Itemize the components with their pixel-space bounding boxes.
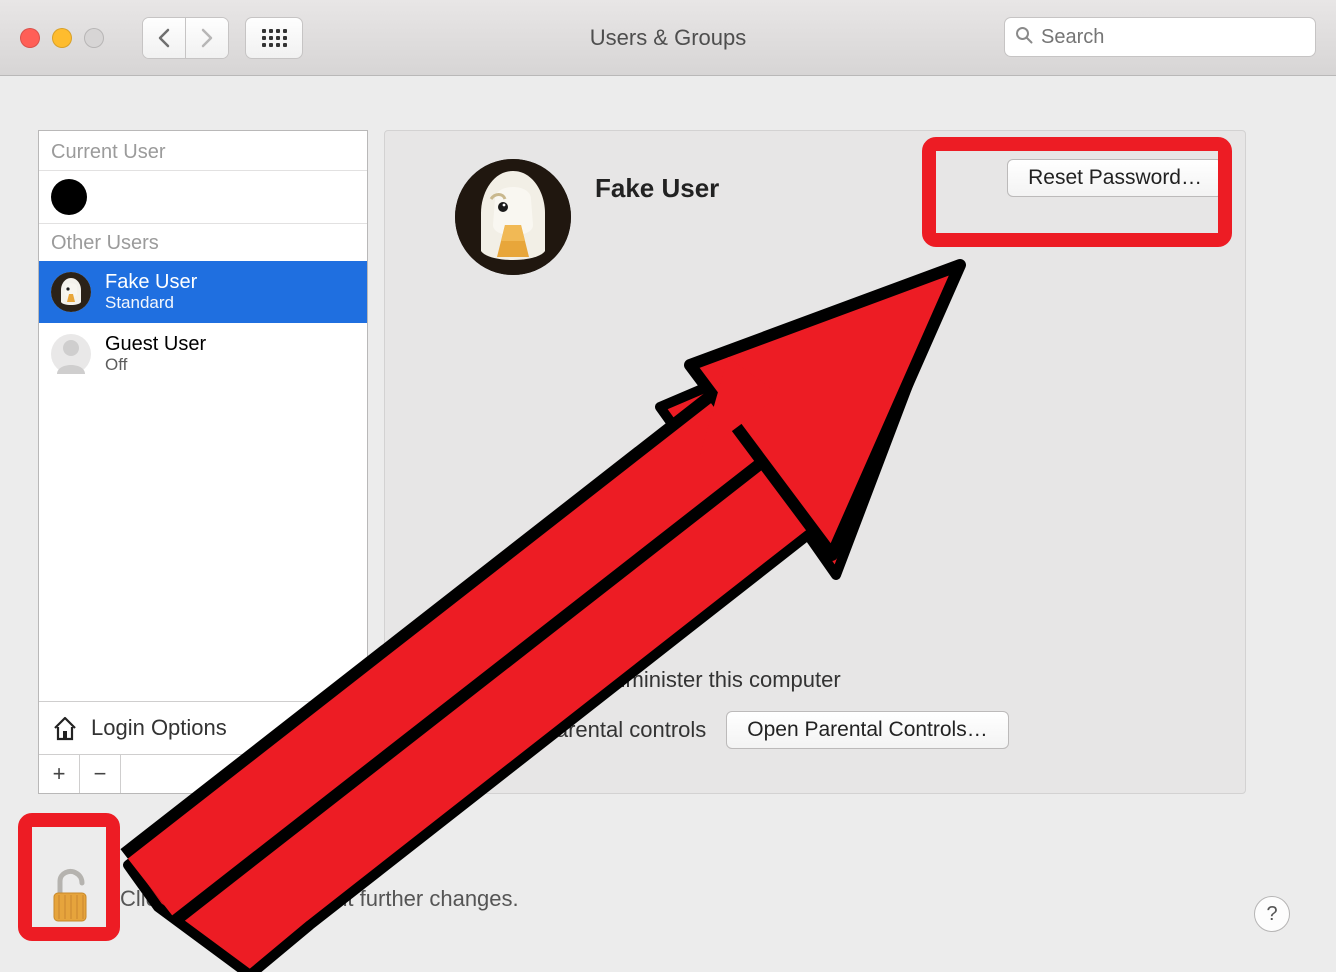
open-parental-controls-button[interactable]: Open Parental Controls… bbox=[726, 711, 1008, 749]
nav-group bbox=[142, 17, 229, 59]
home-icon bbox=[51, 714, 79, 742]
chevron-left-icon bbox=[157, 28, 171, 48]
close-window-button[interactable] bbox=[20, 28, 40, 48]
remove-user-button[interactable]: − bbox=[80, 755, 121, 793]
reset-password-button[interactable]: Reset Password… bbox=[1007, 159, 1223, 197]
eagle-avatar-icon bbox=[51, 272, 91, 312]
current-user-row[interactable] bbox=[39, 171, 367, 224]
search-field[interactable] bbox=[1004, 17, 1316, 57]
avatar bbox=[51, 334, 91, 374]
lock-button[interactable] bbox=[46, 867, 94, 930]
current-user-header: Current User bbox=[39, 131, 367, 171]
users-sidebar: Current User Other Users bbox=[38, 130, 368, 794]
eagle-avatar-icon bbox=[455, 159, 571, 275]
window-controls bbox=[20, 28, 104, 48]
current-user-avatar bbox=[51, 179, 87, 215]
avatar bbox=[51, 272, 91, 312]
silhouette-icon bbox=[51, 334, 91, 374]
login-options-label: Login Options bbox=[91, 715, 227, 741]
detail-avatar[interactable] bbox=[455, 159, 571, 275]
chevron-right-icon bbox=[200, 28, 214, 48]
grid-icon bbox=[262, 29, 287, 47]
search-icon bbox=[1015, 26, 1033, 49]
lock-hint-text: Click the lock to prevent further change… bbox=[120, 886, 519, 912]
minimize-window-button[interactable] bbox=[52, 28, 72, 48]
user-list: Fake User Standard Guest User Off bbox=[39, 261, 367, 701]
prefs-window: Users & Groups Current User Other Users bbox=[0, 0, 1336, 972]
login-options-row[interactable]: Login Options bbox=[39, 701, 367, 754]
help-icon: ? bbox=[1266, 903, 1277, 926]
zoom-window-button[interactable] bbox=[84, 28, 104, 48]
help-button[interactable]: ? bbox=[1254, 896, 1290, 932]
allow-admin-checkbox[interactable] bbox=[431, 668, 455, 692]
show-all-button[interactable] bbox=[245, 17, 303, 59]
user-row-guest-user[interactable]: Guest User Off bbox=[39, 323, 367, 385]
titlebar: Users & Groups bbox=[0, 0, 1336, 76]
search-input[interactable] bbox=[1039, 25, 1308, 50]
back-button[interactable] bbox=[143, 18, 186, 58]
user-role-label: Off bbox=[105, 355, 206, 375]
allow-admin-label: Allow user to administer this computer bbox=[469, 667, 841, 693]
add-user-button[interactable]: + bbox=[39, 755, 80, 793]
content-body: Current User Other Users bbox=[0, 75, 1336, 972]
detail-user-name: Fake User bbox=[595, 173, 719, 204]
user-name-label: Fake User bbox=[105, 272, 197, 293]
parental-controls-checkbox[interactable] bbox=[431, 718, 455, 742]
user-name-label: Guest User bbox=[105, 334, 206, 355]
parental-controls-label: Enable parental controls bbox=[469, 717, 706, 743]
forward-button[interactable] bbox=[186, 18, 228, 58]
lock-row: Click the lock to prevent further change… bbox=[46, 867, 519, 930]
minus-icon: − bbox=[94, 761, 107, 787]
user-role-label: Standard bbox=[105, 293, 197, 313]
other-users-header: Other Users bbox=[39, 224, 367, 261]
user-detail-panel: Fake User Reset Password… Allow user to … bbox=[384, 130, 1246, 794]
add-remove-row: + − bbox=[39, 754, 367, 793]
plus-icon: + bbox=[53, 761, 66, 787]
user-row-fake-user[interactable]: Fake User Standard bbox=[39, 261, 367, 323]
unlocked-lock-icon bbox=[46, 867, 94, 925]
